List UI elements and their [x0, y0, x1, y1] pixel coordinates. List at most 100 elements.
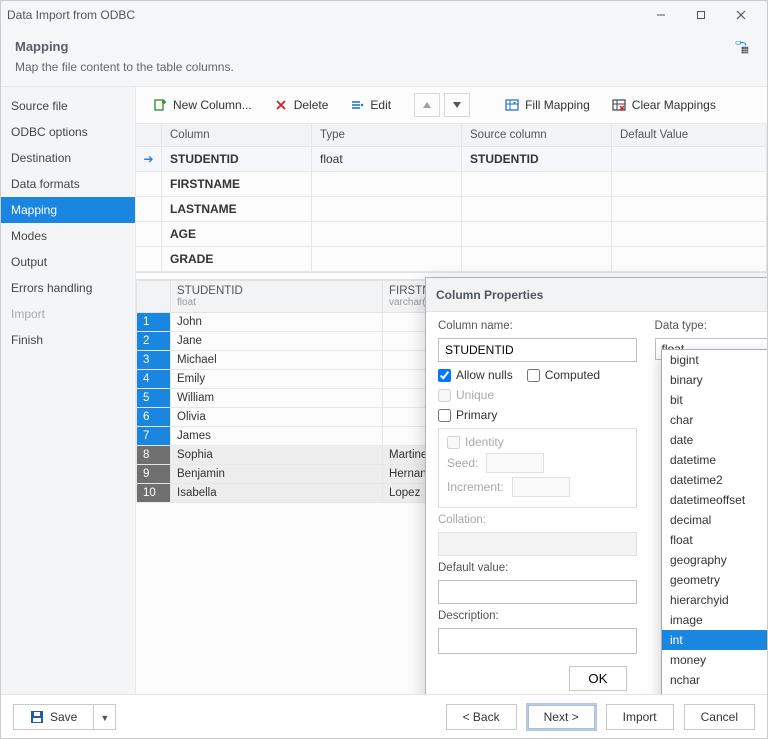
data-type-option[interactable]: image	[662, 610, 767, 630]
edit-icon	[350, 98, 364, 112]
increment-input[interactable]	[512, 477, 570, 497]
data-type-dropdown-list[interactable]: bigintbinarybitchardatedatetimedatetime2…	[661, 349, 767, 694]
grid-row[interactable]: LASTNAME	[136, 197, 767, 222]
edit-label: Edit	[370, 98, 391, 112]
sidebar-item-source-file[interactable]: Source file	[1, 93, 135, 119]
fill-mapping-button[interactable]: Fill Mapping	[496, 93, 599, 117]
grid-row[interactable]: FIRSTNAME	[136, 172, 767, 197]
mapping-grid[interactable]: Column Type Source column Default Value …	[136, 124, 767, 273]
grid-row[interactable]: AGE	[136, 222, 767, 247]
window-title: Data Import from ODBC	[7, 8, 641, 22]
data-type-option[interactable]: char	[662, 410, 767, 430]
close-button[interactable]	[721, 1, 761, 29]
save-dropdown-button[interactable]: ▼	[94, 704, 116, 730]
sidebar-item-output[interactable]: Output	[1, 249, 135, 275]
identity-checkbox[interactable]: Identity	[447, 435, 628, 449]
sidebar-item-destination[interactable]: Destination	[1, 145, 135, 171]
data-type-option[interactable]: ntext	[662, 690, 767, 694]
primary-checkbox[interactable]: Primary	[438, 408, 637, 422]
maximize-button[interactable]	[681, 1, 721, 29]
grid-header-default: Default Value	[612, 124, 767, 147]
move-down-button[interactable]	[444, 93, 470, 117]
fill-mapping-label: Fill Mapping	[525, 98, 590, 112]
dialog-title: Column Properties	[436, 288, 543, 302]
sidebar-item-import[interactable]: Import	[1, 301, 135, 327]
data-type-option[interactable]: money	[662, 650, 767, 670]
save-label: Save	[50, 710, 77, 724]
data-type-option[interactable]: bit	[662, 390, 767, 410]
grid-row[interactable]: ➔STUDENTIDfloatSTUDENTID	[136, 147, 767, 172]
default-value-input[interactable]	[438, 580, 637, 604]
current-row-indicator-icon: ➔	[143, 152, 153, 166]
data-type-option[interactable]: nchar	[662, 670, 767, 690]
chevron-down-icon: ▼	[100, 713, 109, 723]
back-button[interactable]: < Back	[446, 704, 517, 730]
data-type-option[interactable]: float	[662, 530, 767, 550]
sidebar-item-finish[interactable]: Finish	[1, 327, 135, 353]
data-type-option[interactable]: int	[662, 630, 767, 650]
data-type-option[interactable]: date	[662, 430, 767, 450]
move-up-button[interactable]	[414, 93, 440, 117]
new-column-label: New Column...	[173, 98, 252, 112]
computed-checkbox[interactable]: Computed	[527, 368, 600, 382]
grid-row[interactable]: GRADE	[136, 247, 767, 272]
clear-mappings-button[interactable]: Clear Mappings	[603, 93, 725, 117]
titlebar: Data Import from ODBC	[1, 1, 767, 29]
grid-header-source: Source column	[462, 124, 612, 147]
wizard-header: Mapping Map the file content to the tabl…	[1, 29, 767, 87]
delete-label: Delete	[294, 98, 329, 112]
grid-header-row: Column Type Source column Default Value	[136, 124, 767, 147]
data-type-option[interactable]: decimal	[662, 510, 767, 530]
allow-nulls-checkbox[interactable]: Allow nulls	[438, 368, 513, 382]
data-type-option[interactable]: bigint	[662, 350, 767, 370]
next-button[interactable]: Next >	[527, 704, 596, 730]
data-type-label: Data type:	[655, 320, 767, 332]
identity-group: Identity Seed: Increment:	[438, 428, 637, 508]
main-panel: New Column... Delete Edit Fill Mapping	[136, 87, 767, 694]
preview-header[interactable]: STUDENTIDfloat	[171, 281, 383, 313]
page-subtitle: Map the file content to the table column…	[15, 60, 751, 74]
sidebar-item-mapping[interactable]: Mapping	[1, 197, 135, 223]
data-type-option[interactable]: geometry	[662, 570, 767, 590]
grid-header-type: Type	[312, 124, 462, 147]
add-column-icon	[153, 98, 167, 112]
sidebar-item-modes[interactable]: Modes	[1, 223, 135, 249]
description-label: Description:	[438, 610, 637, 622]
minimize-button[interactable]	[641, 1, 681, 29]
wizard-footer: Save ▼ < Back Next > Import Cancel	[1, 694, 767, 738]
import-wizard-window: Data Import from ODBC Mapping Map the fi…	[0, 0, 768, 739]
cancel-button[interactable]: Cancel	[684, 704, 755, 730]
seed-label: Seed:	[447, 456, 478, 470]
import-icon	[735, 41, 749, 55]
unique-checkbox[interactable]: Unique	[438, 388, 637, 402]
clear-mappings-label: Clear Mappings	[632, 98, 716, 112]
increment-label: Increment:	[447, 480, 504, 494]
sidebar-item-odbc-options[interactable]: ODBC options	[1, 119, 135, 145]
data-type-option[interactable]: datetime	[662, 450, 767, 470]
wizard-steps-sidebar: Source fileODBC optionsDestinationData f…	[1, 87, 136, 694]
data-type-option[interactable]: geography	[662, 550, 767, 570]
save-button[interactable]: Save	[13, 704, 94, 730]
column-name-input[interactable]	[438, 338, 637, 362]
data-type-option[interactable]: datetime2	[662, 470, 767, 490]
data-type-option[interactable]: hierarchyid	[662, 590, 767, 610]
edit-button[interactable]: Edit	[341, 93, 400, 117]
sidebar-item-errors-handling[interactable]: Errors handling	[1, 275, 135, 301]
clear-mappings-icon	[612, 98, 626, 112]
ok-button[interactable]: OK	[569, 666, 626, 691]
delete-button[interactable]: Delete	[265, 93, 338, 117]
grid-header-column: Column	[162, 124, 312, 147]
save-icon	[30, 710, 44, 724]
default-value-label: Default value:	[438, 562, 637, 574]
new-column-button[interactable]: New Column...	[144, 93, 261, 117]
collation-label: Collation:	[438, 514, 637, 526]
mapping-toolbar: New Column... Delete Edit Fill Mapping	[136, 87, 767, 124]
data-type-option[interactable]: datetimeoffset	[662, 490, 767, 510]
seed-input[interactable]	[486, 453, 544, 473]
description-input[interactable]	[438, 628, 637, 654]
data-type-option[interactable]: binary	[662, 370, 767, 390]
sidebar-item-data-formats[interactable]: Data formats	[1, 171, 135, 197]
fill-mapping-icon	[505, 98, 519, 112]
collation-input	[438, 532, 637, 556]
import-button[interactable]: Import	[606, 704, 674, 730]
